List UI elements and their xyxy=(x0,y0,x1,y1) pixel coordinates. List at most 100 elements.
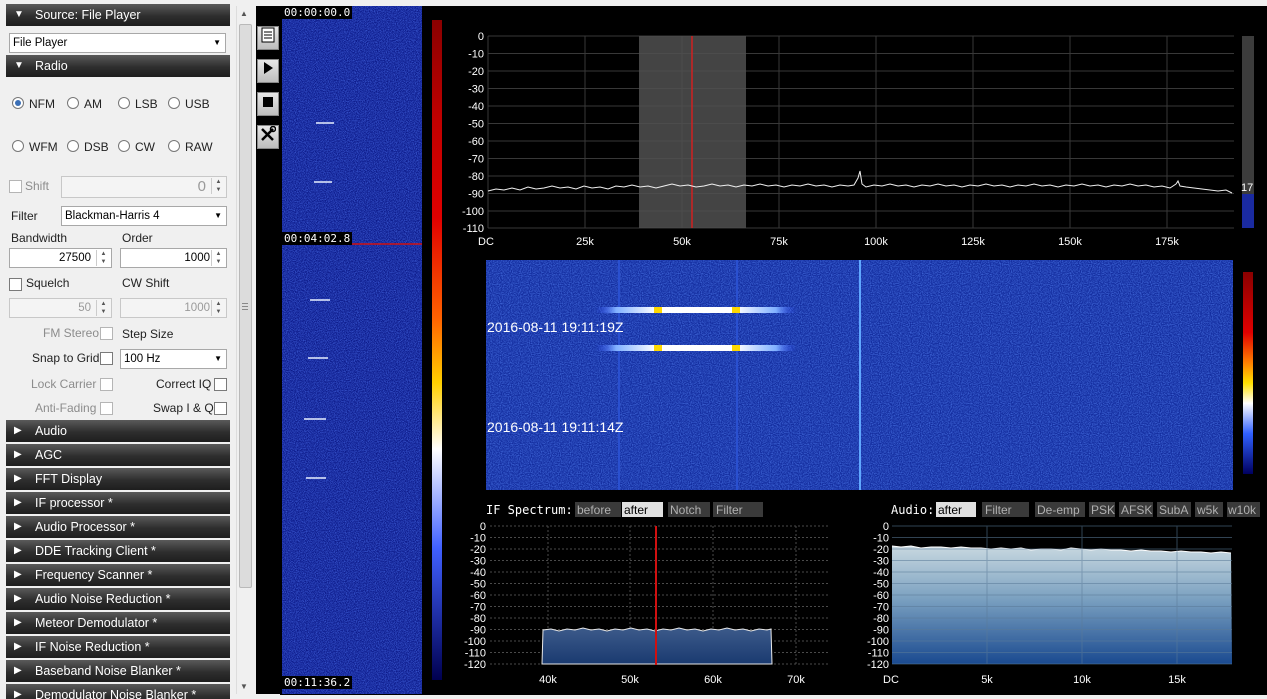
radio-dot xyxy=(67,140,79,152)
x-tick-label: 60k xyxy=(704,674,722,686)
radio-section-header[interactable]: ▼ Radio xyxy=(6,55,230,77)
spinner-arrows-icon[interactable]: ▲ ▼ xyxy=(211,178,225,194)
if-spectrum[interactable]: IF Spectrum: before after Notch Filter 0… xyxy=(456,495,856,695)
expand-arrow-icon: ▶ xyxy=(14,545,22,556)
bandwidth-input[interactable]: 27500 ▲ ▼ xyxy=(9,248,112,268)
filter-select[interactable]: Blackman-Harris 4 ▼ xyxy=(61,206,227,226)
x-tick-label: 10k xyxy=(1073,674,1091,686)
section-meteor-demodulator[interactable]: ▶ Meteor Demodulator * xyxy=(6,612,230,634)
audio-spectrum-canvas[interactable]: Audio: after Filter De-emp PSK AFSK SubA… xyxy=(861,495,1262,695)
bandwidth-label: Bandwidth xyxy=(11,231,68,245)
radio-dot xyxy=(12,140,24,152)
mode-radio-usb[interactable]: USB xyxy=(168,97,210,111)
control-panel: ▼ Source: File Player File Player ▼ ▼ Ra… xyxy=(0,0,236,699)
mode-radio-cw[interactable]: CW xyxy=(118,140,155,154)
audio-spectrum[interactable]: Audio: after Filter De-emp PSK AFSK SubA… xyxy=(861,495,1262,695)
y-tick-label: -60 xyxy=(470,590,486,602)
mode-radio-nfm[interactable]: NFM xyxy=(12,97,55,111)
snap-to-grid-checkbox[interactable] xyxy=(100,352,113,365)
lock-carrier-checkbox[interactable] xyxy=(100,378,113,391)
vertical-waterfall-canvas[interactable] xyxy=(282,6,422,694)
section-frequency-scanner[interactable]: ▶ Frequency Scanner * xyxy=(6,564,230,586)
open-file-button[interactable] xyxy=(257,26,279,50)
waterfall-timestamp: 2016-08-11 19:11:14Z xyxy=(487,419,624,435)
y-tick-label: 0 xyxy=(478,31,484,43)
y-tick-label: -50 xyxy=(468,119,484,131)
if-spectrum-title: IF Spectrum: xyxy=(486,503,573,517)
scroll-up-icon[interactable]: ▲ xyxy=(240,9,248,18)
shift-checkbox[interactable] xyxy=(9,180,22,193)
section-label: FFT Display xyxy=(35,472,103,486)
section-audio-noise-reduction[interactable]: ▶ Audio Noise Reduction * xyxy=(6,588,230,610)
section-label: Audio Noise Reduction * xyxy=(35,592,171,606)
source-select[interactable]: File Player ▼ xyxy=(9,33,226,53)
mode-radio-raw[interactable]: RAW xyxy=(168,140,213,154)
section-demodulator-noise-blanker[interactable]: ▶ Demodulator Noise Blanker * xyxy=(6,684,230,699)
squelch-input[interactable]: 50 ▲ ▼ xyxy=(9,298,112,318)
if-x-axis: 40k 50k 60k 70k xyxy=(539,674,805,686)
vertical-waterfall[interactable]: 00:00:00.0 00:04:02.8 00:11:36.2 xyxy=(282,6,422,694)
y-tick-label: -40 xyxy=(470,567,486,579)
mode-radio-am[interactable]: AM xyxy=(67,97,102,111)
play-icon xyxy=(264,62,273,74)
order-input[interactable]: 1000 ▲ ▼ xyxy=(120,248,227,268)
panel-scrollbar[interactable]: ▲ ▼ xyxy=(236,6,253,694)
fm-stereo-checkbox[interactable] xyxy=(100,327,113,340)
svg-text:after: after xyxy=(938,503,962,517)
cw-shift-input[interactable]: 1000 ▲ ▼ xyxy=(120,298,227,318)
section-if-processor[interactable]: ▶ IF processor * xyxy=(6,492,230,514)
play-button[interactable] xyxy=(257,59,279,83)
source-section-header[interactable]: ▼ Source: File Player xyxy=(6,4,230,26)
main-spectrum-canvas[interactable]: 0 -10 -20 -30 -40 -50 -60 -70 -80 -90 -1… xyxy=(456,6,1262,254)
radio-dot xyxy=(168,140,180,152)
section-fft-display[interactable]: ▶ FFT Display xyxy=(6,468,230,490)
anti-fading-checkbox[interactable] xyxy=(100,402,113,415)
section-audio-processor[interactable]: ▶ Audio Processor * xyxy=(6,516,230,538)
shift-input[interactable]: 0 ▲ ▼ xyxy=(61,176,227,198)
spinner-arrows-icon[interactable]: ▲ ▼ xyxy=(96,250,110,266)
main-waterfall-canvas[interactable]: 2016-08-11 19:11:19Z 2016-08-11 19:11:14… xyxy=(456,260,1262,490)
radio-dot xyxy=(118,97,130,109)
radio-dot xyxy=(67,97,79,109)
swap-iq-checkbox[interactable] xyxy=(214,402,227,415)
section-audio[interactable]: ▶ Audio xyxy=(6,420,230,442)
x-tick-label: 150k xyxy=(1058,236,1082,248)
main-spectrum[interactable]: 0 -10 -20 -30 -40 -50 -60 -70 -80 -90 -1… xyxy=(456,6,1262,254)
cw-shift-label: CW Shift xyxy=(122,276,170,290)
section-baseband-noise-blanker[interactable]: ▶ Baseband Noise Blanker * xyxy=(6,660,230,682)
spinner-arrows-icon[interactable]: ▲ ▼ xyxy=(96,300,110,316)
y-tick-label: -10 xyxy=(470,533,486,545)
section-if-noise-reduction[interactable]: ▶ IF Noise Reduction * xyxy=(6,636,230,658)
expand-arrow-icon: ▶ xyxy=(14,593,22,604)
if-spectrum-canvas[interactable]: IF Spectrum: before after Notch Filter 0… xyxy=(456,495,856,695)
y-tick-label: -80 xyxy=(470,613,486,625)
scroll-down-icon[interactable]: ▼ xyxy=(240,682,248,691)
waterfall-color-scale xyxy=(1243,272,1253,474)
mode-radio-dsb[interactable]: DSB xyxy=(67,140,109,154)
chevron-down-icon: ▼ xyxy=(214,354,222,363)
main-waterfall[interactable]: 2016-08-11 19:11:19Z 2016-08-11 19:11:14… xyxy=(456,260,1262,490)
mode-radio-lsb[interactable]: LSB xyxy=(118,97,158,111)
section-dde-tracking[interactable]: ▶ DDE Tracking Client * xyxy=(6,540,230,562)
scrollbar-thumb[interactable] xyxy=(239,24,252,588)
y-tick-label: -60 xyxy=(873,590,889,602)
y-tick-label: -10 xyxy=(873,533,889,545)
squelch-checkbox[interactable] xyxy=(9,278,22,291)
mode-radio-wfm[interactable]: WFM xyxy=(12,140,58,154)
svg-text:Notch: Notch xyxy=(670,503,701,517)
mode-label: RAW xyxy=(185,140,213,154)
stop-button[interactable] xyxy=(257,92,279,116)
audio-spectrum-fill xyxy=(892,546,1232,664)
spinner-arrows-icon[interactable]: ▲ ▼ xyxy=(211,300,225,316)
correct-iq-checkbox[interactable] xyxy=(214,378,227,391)
y-tick-label: -80 xyxy=(468,171,484,183)
expand-arrow-icon: ▶ xyxy=(14,425,22,436)
svg-text:Filter: Filter xyxy=(985,503,1012,517)
waterfall-timestamp: 2016-08-11 19:11:19Z xyxy=(487,319,624,335)
section-agc[interactable]: ▶ AGC xyxy=(6,444,230,466)
cw-shift-value: 1000 xyxy=(184,302,210,314)
step-size-select[interactable]: 100 Hz ▼ xyxy=(120,349,227,369)
tools-button[interactable] xyxy=(257,125,279,149)
spinner-arrows-icon[interactable]: ▲ ▼ xyxy=(211,250,225,266)
radio-dot xyxy=(168,97,180,109)
